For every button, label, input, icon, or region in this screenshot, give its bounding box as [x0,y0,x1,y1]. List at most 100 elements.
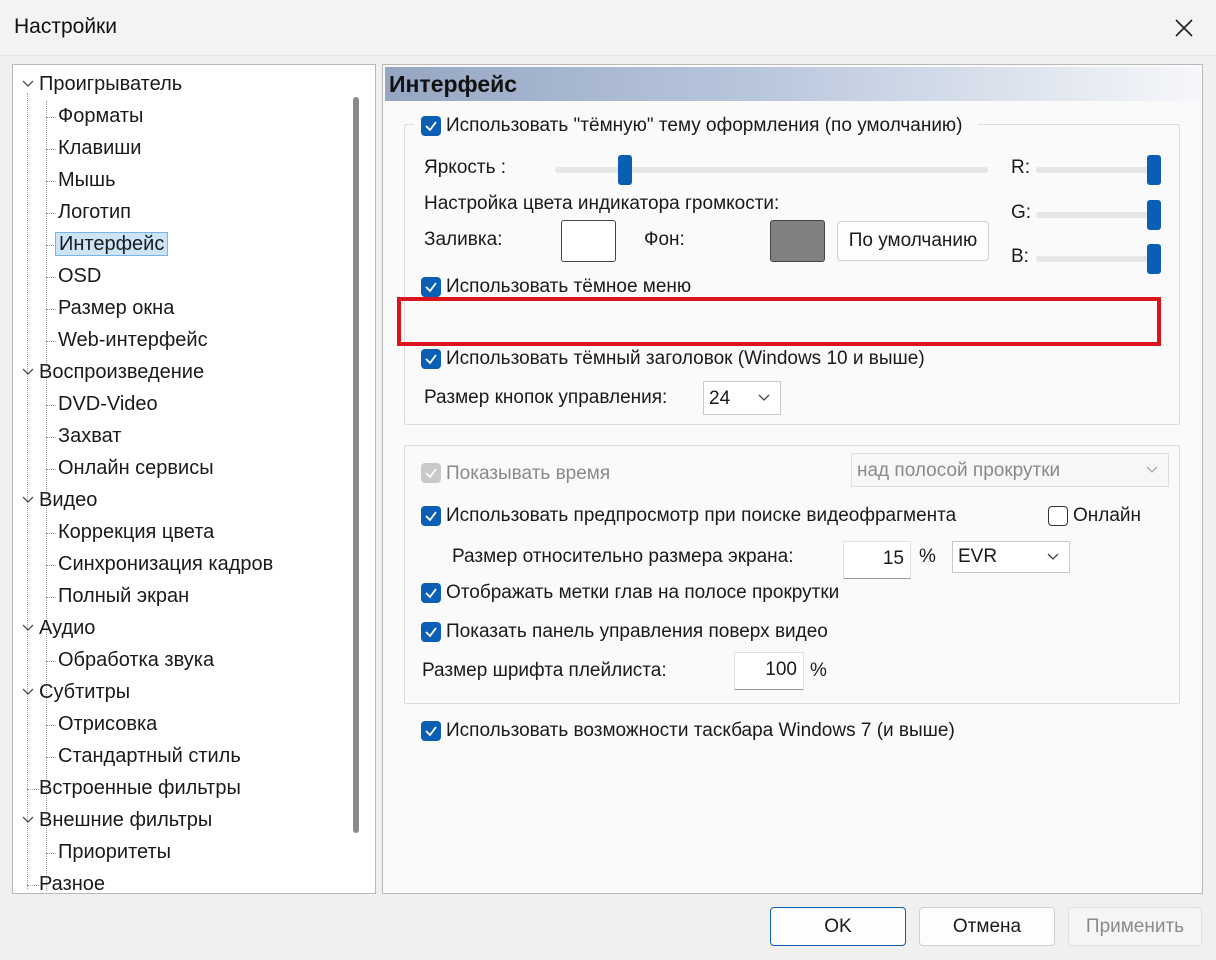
preview-label: Использовать предпросмотр при поиске вид… [446,505,957,526]
tree-item-label: Встроенные фильтры [39,777,241,799]
default-color-button[interactable]: По умолчанию [837,221,989,261]
tree-item-fullscreen[interactable]: Полный экран [58,581,189,611]
dark-theme-checkbox[interactable] [421,116,441,136]
tree-item-window-size[interactable]: Размер окна [58,293,174,323]
taskbar-label: Использовать возможности таскбара Window… [446,720,955,741]
tree-connector-line [46,117,56,118]
page-title: Интерфейс [385,67,1200,101]
b-slider[interactable] [1036,256,1158,262]
tree-item-interface[interactable]: Интерфейс [55,229,169,259]
chevron-down-icon[interactable] [21,813,35,827]
r-slider-thumb[interactable] [1147,155,1161,185]
chevron-down-icon[interactable] [21,365,35,379]
ok-button[interactable]: OK [770,907,906,946]
checkmark-icon [425,468,437,479]
checkmark-icon [425,627,437,638]
tree-item-online-services[interactable]: Онлайн сервисы [58,453,214,483]
tree-item-video[interactable]: Видео [39,485,97,515]
chevron-down-icon[interactable] [21,493,35,507]
chevron-down-icon[interactable] [21,77,35,91]
tree-item-formats[interactable]: Форматы [58,101,143,131]
renderer-select[interactable]: EVR [952,541,1070,573]
show-time-position-select[interactable]: над полосой прокрутки [851,453,1169,487]
renderer-value: EVR [958,546,998,567]
tree-item-frame-sync[interactable]: Синхронизация кадров [58,549,273,579]
tree-item-label: Полный экран [58,585,190,607]
window-title: Настройки [14,15,117,38]
tree-item-player[interactable]: Проигрыватель [39,69,182,99]
chapter-marks-checkbox[interactable] [421,583,441,603]
tree-item-audio-processing[interactable]: Обработка звука [58,645,214,675]
button-size-value: 24 [709,388,731,409]
tree-item-label: Стандартный стиль [58,745,241,767]
tree-item-label: Web-интерфейс [58,329,208,351]
tree-item-label: Аудио [39,617,96,639]
tree-item-dvd-video[interactable]: DVD-Video [58,389,158,419]
background-color-swatch[interactable] [770,220,825,262]
tree-item-rendering[interactable]: Отрисовка [58,709,157,739]
checkmark-icon [425,282,437,293]
tree-item-logo[interactable]: Логотип [58,197,131,227]
relative-size-input[interactable]: 15 [843,541,911,579]
chapter-marks-label: Отображать метки глав на полосе прокрутк… [446,582,840,603]
tree-item-priorities[interactable]: Приоритеты [58,837,171,867]
brightness-label: Яркость : [424,157,507,178]
tree-item-mouse[interactable]: Мышь [58,165,116,195]
tree-connector-line [46,469,56,470]
g-slider-thumb[interactable] [1147,200,1161,230]
tree-item-internal-filters[interactable]: Встроенные фильтры [39,773,241,803]
tree-item-label: Синхронизация кадров [58,553,274,575]
tree-item-label: OSD [58,265,102,287]
tree-item-label: Размер окна [58,297,175,319]
tree-item-misc[interactable]: Разное [39,869,106,894]
checkmark-icon [425,726,437,737]
tree-item-label: Коррекция цвета [58,521,215,543]
dark-menu-checkbox[interactable] [421,277,441,297]
playlist-font-percent: % [810,660,827,681]
tree-item-color-correction[interactable]: Коррекция цвета [58,517,214,547]
tree-item-capture[interactable]: Захват [58,421,121,451]
apply-button[interactable]: Применить [1068,907,1202,946]
relative-size-label: Размер относительно размера экрана: [452,546,794,567]
playlist-font-input[interactable]: 100 [734,652,804,690]
tree-connector-line [46,661,56,662]
tree-item-default-style[interactable]: Стандартный стиль [58,741,241,771]
checkmark-icon [425,588,437,599]
chevron-down-icon [758,394,770,401]
r-slider[interactable] [1036,167,1158,173]
tree-item-subtitles[interactable]: Субтитры [39,677,130,707]
b-slider-thumb[interactable] [1147,244,1161,274]
chevron-down-icon[interactable] [21,621,35,635]
chevron-down-icon[interactable] [21,685,35,699]
tree-item-external-filters[interactable]: Внешние фильтры [39,805,212,835]
dark-title-checkbox[interactable] [421,349,441,369]
dark-theme-label: Использовать "тёмную" тему оформления (п… [446,115,963,136]
tree-item-playback[interactable]: Воспроизведение [39,357,204,387]
fill-color-swatch[interactable] [561,220,616,262]
tree-item-web-interface[interactable]: Web-интерфейс [58,325,208,355]
cancel-button[interactable]: Отмена [919,907,1055,946]
tree-item-label: Интерфейс [55,232,169,256]
show-time-checkbox[interactable] [421,463,441,483]
tree-item-keys[interactable]: Клавиши [58,133,141,163]
volume-color-label: Настройка цвета индикатора громкости: [424,193,780,214]
tree-item-label: Разное [39,873,106,894]
online-checkbox[interactable] [1048,506,1068,526]
tree-scrollbar-thumb[interactable] [353,97,359,833]
dark-menu-label: Использовать тёмное меню [446,276,692,297]
overlay-panel-checkbox[interactable] [421,622,441,642]
tree-scrollbar[interactable] [345,65,367,893]
g-slider[interactable] [1036,212,1158,218]
tree-item-audio[interactable]: Аудио [39,613,95,643]
close-button[interactable] [1152,0,1216,56]
online-label: Онлайн [1073,505,1142,526]
tree-connector-line [27,93,28,889]
taskbar-checkbox[interactable] [421,721,441,741]
tree-item-label: Приоритеты [58,841,172,863]
button-size-select[interactable]: 24 [703,381,781,415]
preview-checkbox[interactable] [421,506,441,526]
tree-connector-line [46,597,56,598]
brightness-slider-thumb[interactable] [618,155,632,185]
tree-item-osd[interactable]: OSD [58,261,101,291]
tree-item-label: DVD-Video [58,393,158,415]
